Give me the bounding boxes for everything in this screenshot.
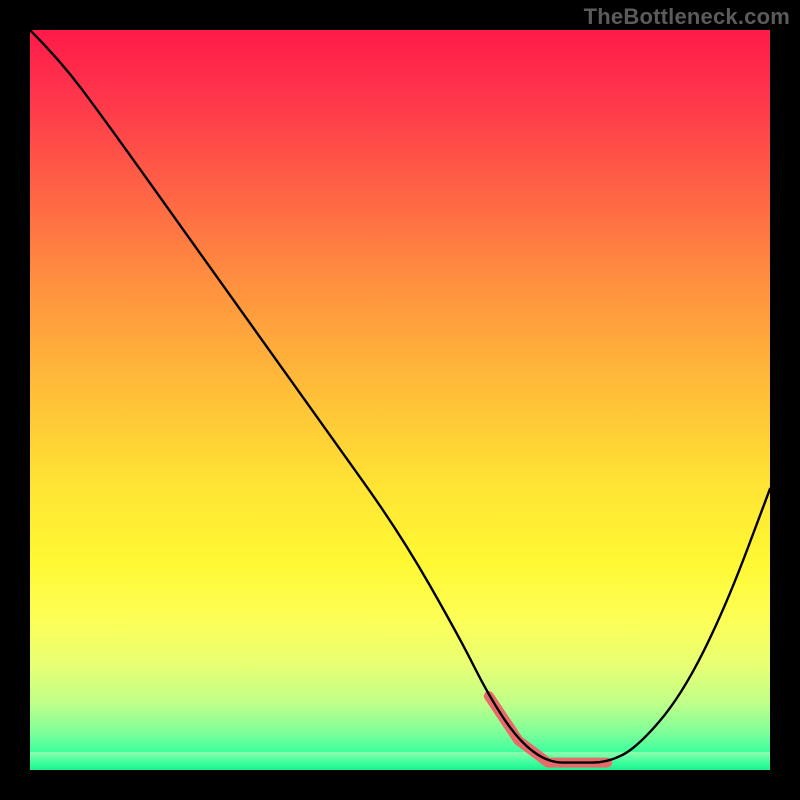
watermark-text: TheBottleneck.com <box>584 4 790 30</box>
bottleneck-curve <box>30 30 770 763</box>
chart-frame: TheBottleneck.com <box>0 0 800 800</box>
plot-area <box>30 30 770 770</box>
curve-svg <box>30 30 770 770</box>
optimal-highlight <box>489 696 607 763</box>
